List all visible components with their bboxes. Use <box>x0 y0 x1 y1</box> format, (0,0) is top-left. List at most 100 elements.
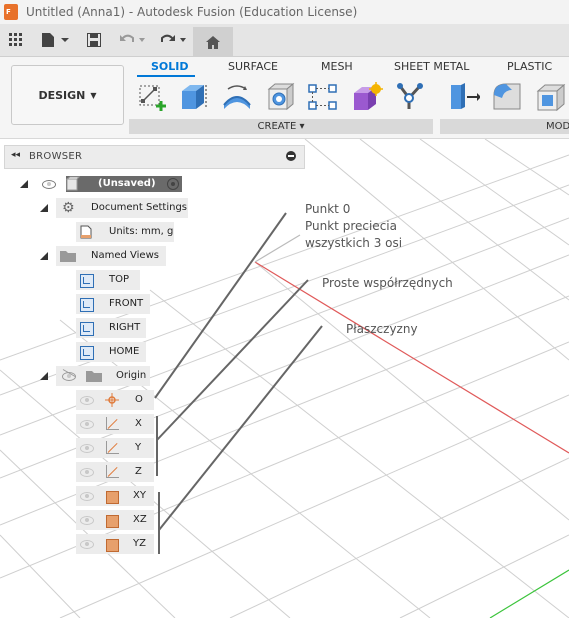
component-icon <box>66 176 80 191</box>
origin-item-label: Z <box>135 466 142 477</box>
tab-solid[interactable]: SOLID <box>151 60 189 73</box>
expand-triangle-icon[interactable] <box>40 252 48 260</box>
visibility-eye-icon[interactable] <box>42 180 56 189</box>
joint-icon[interactable] <box>394 81 426 113</box>
expand-triangle-icon[interactable] <box>40 372 48 380</box>
tab-mesh[interactable]: MESH <box>321 60 353 73</box>
annotation-axes: Proste współrzędnych <box>322 276 453 290</box>
grid-icon[interactable] <box>8 30 24 50</box>
create-menu[interactable]: CREATE ▾ <box>129 119 433 134</box>
ribbon: DESIGN ▼ SOLID SURFACE MESH SHEET METAL P… <box>0 57 569 139</box>
origin-item-label: Y <box>135 442 142 453</box>
origin-item-xz[interactable]: XZ <box>76 510 156 530</box>
origin-point-icon <box>105 393 119 407</box>
home-tab[interactable] <box>193 27 233 56</box>
tab-sheet-metal[interactable]: SHEET METAL <box>394 60 469 73</box>
file-icon[interactable] <box>40 30 70 50</box>
plane-icon <box>106 539 119 552</box>
browser-root-row[interactable]: (Unsaved) <box>20 174 190 194</box>
hole-icon[interactable] <box>265 81 297 113</box>
named-views-label: Named Views <box>91 250 159 261</box>
modify-menu[interactable]: MOD <box>440 119 569 134</box>
view-item-home[interactable]: HOME <box>76 342 148 362</box>
units-document-icon <box>80 225 92 239</box>
annotation-line: Punkt 0 <box>305 202 351 216</box>
named-views-row[interactable]: Named Views <box>36 246 176 266</box>
origin-label: Origin <box>116 370 147 381</box>
view-label: TOP <box>109 274 130 285</box>
collapse-panel-icon[interactable]: ◂◂ <box>11 150 20 160</box>
undo-icon[interactable] <box>118 30 150 50</box>
plane-icon <box>106 515 119 528</box>
browser-panel-header[interactable]: ◂◂ BROWSER <box>4 145 305 169</box>
origin-item-yz[interactable]: YZ <box>76 534 156 554</box>
active-tab-indicator <box>137 75 195 77</box>
origin-item-label: O <box>135 394 143 405</box>
folder-icon <box>86 371 102 382</box>
window-title: Untitled (Anna1) - Autodesk Fusion (Educ… <box>26 5 358 19</box>
document-settings-row[interactable]: ⚙ Document Settings <box>36 198 196 218</box>
document-settings-label: Document Settings <box>91 202 188 213</box>
view-item-right[interactable]: RIGHT <box>76 318 148 338</box>
quick-access-toolbar <box>0 24 569 57</box>
visibility-eye-icon[interactable] <box>80 468 94 477</box>
activate-radio-icon[interactable] <box>167 178 179 190</box>
root-label: (Unsaved) <box>98 178 156 189</box>
workspace-switcher[interactable]: DESIGN ▼ <box>11 65 124 125</box>
y-axis-line <box>489 569 569 618</box>
origin-item-label: YZ <box>133 538 146 549</box>
plane-icon <box>106 491 119 504</box>
revolve-icon[interactable] <box>221 81 253 113</box>
view-item-front[interactable]: FRONT <box>76 294 152 314</box>
axis-icon <box>106 417 119 430</box>
origin-item-xy[interactable]: XY <box>76 486 156 506</box>
visibility-eye-icon[interactable] <box>80 444 94 453</box>
tab-plastic[interactable]: PLASTIC <box>507 60 552 73</box>
visibility-eye-icon[interactable] <box>80 516 94 525</box>
modify-label: MOD <box>546 121 569 132</box>
view-label: HOME <box>109 346 140 357</box>
caret-down-icon: ▾ <box>299 121 305 132</box>
home-icon <box>206 35 220 49</box>
origin-item-label: XY <box>133 490 146 501</box>
origin-item-y[interactable]: Y <box>76 438 156 458</box>
pattern-icon[interactable] <box>307 81 339 113</box>
visibility-eye-icon[interactable] <box>80 492 94 501</box>
view-label: FRONT <box>109 298 144 309</box>
expand-triangle-icon[interactable] <box>20 180 28 188</box>
press-pull-icon[interactable] <box>448 81 480 113</box>
save-icon[interactable] <box>86 30 102 50</box>
origin-item-z[interactable]: Z <box>76 462 156 482</box>
units-row[interactable]: Units: mm, g <box>76 222 176 242</box>
named-view-icon <box>80 274 94 288</box>
create-form-icon[interactable] <box>351 81 383 113</box>
units-label: Units: mm, g <box>109 226 174 237</box>
annotation-leader-lines <box>154 212 323 554</box>
minimize-panel-icon[interactable] <box>286 151 296 161</box>
annotation-line: Punkt preciecia <box>305 219 397 233</box>
origin-row[interactable]: Origin <box>36 366 156 386</box>
shell-icon[interactable] <box>535 81 567 113</box>
annotation-line: wszystkich 3 osi <box>305 236 403 250</box>
workspace-label: DESIGN <box>38 88 86 102</box>
named-view-icon <box>80 346 94 360</box>
origin-item-label: X <box>135 418 142 429</box>
visibility-eye-icon[interactable] <box>80 540 94 549</box>
redo-icon[interactable] <box>158 30 190 50</box>
named-view-icon <box>80 322 94 336</box>
browser-title: BROWSER <box>29 151 83 162</box>
origin-item-o[interactable]: O <box>76 390 156 410</box>
visibility-eye-icon[interactable] <box>80 420 94 429</box>
title-bar: F Untitled (Anna1) - Autodesk Fusion (Ed… <box>0 0 569 24</box>
create-label: CREATE <box>257 121 297 132</box>
expand-triangle-icon[interactable] <box>40 204 48 212</box>
fillet-icon[interactable] <box>491 81 523 113</box>
fusion-app-icon: F <box>4 4 18 20</box>
new-component-icon[interactable] <box>137 81 169 113</box>
named-view-icon <box>80 298 94 312</box>
origin-item-x[interactable]: X <box>76 414 156 434</box>
visibility-eye-icon[interactable] <box>80 396 94 405</box>
extrude-icon[interactable] <box>178 81 210 113</box>
view-item-top[interactable]: TOP <box>76 270 142 290</box>
tab-surface[interactable]: SURFACE <box>228 60 278 73</box>
